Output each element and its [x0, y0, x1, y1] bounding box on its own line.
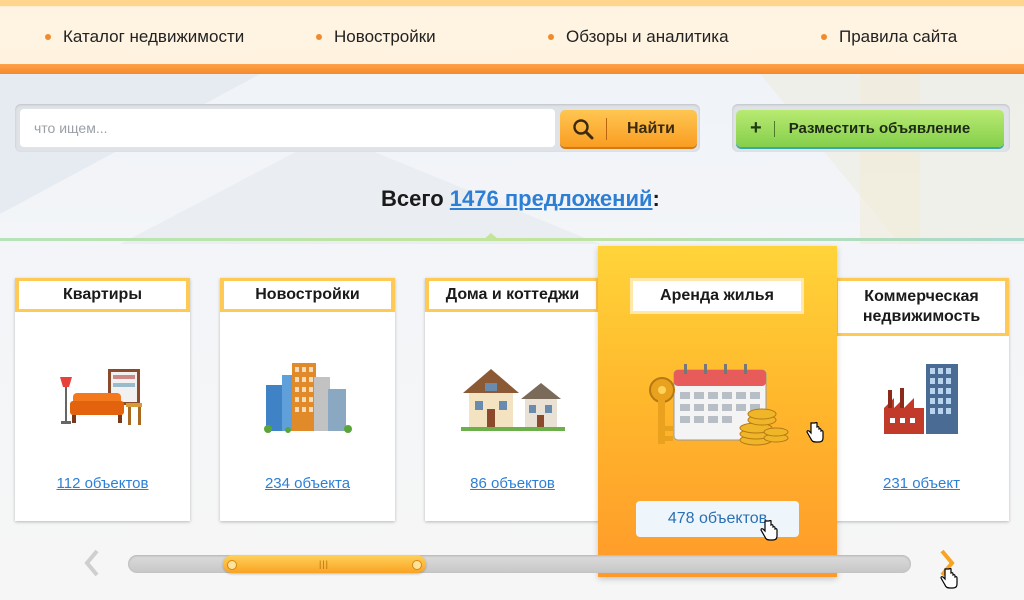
card-count-link[interactable]: 112 объектов	[15, 475, 190, 492]
card-tab: Аренда жилья	[630, 278, 804, 314]
card-title-line1: Коммерческая	[864, 288, 979, 305]
card-title: Коммерческая недвижимость	[838, 281, 1005, 333]
post-ad-label: Разместить объявление	[788, 120, 971, 137]
card-tab: Коммерческая недвижимость	[834, 278, 1009, 336]
search-button[interactable]: Найти	[560, 110, 697, 147]
top-nav-border	[0, 0, 1024, 6]
category-card-houses[interactable]: Дома и коттеджи 86 объектов	[425, 278, 600, 521]
bullet-icon	[45, 34, 51, 40]
thumb-knob	[412, 560, 422, 570]
nav-item-label: Правила сайта	[839, 27, 958, 46]
card-title: Новостройки	[224, 281, 391, 309]
post-ad-button[interactable]: + Разместить объявление	[736, 110, 1004, 147]
card-title: Дома и коттеджи	[429, 281, 596, 309]
button-separator	[606, 117, 607, 140]
category-card-new-buildings[interactable]: Новостройки 234 объекта	[220, 278, 395, 521]
search-button-label: Найти	[627, 119, 675, 137]
category-card-apartments[interactable]: Квартиры 112 объектов	[15, 278, 190, 521]
total-offers: Всего 1476 предложений:	[381, 186, 660, 212]
total-offers-link[interactable]: 1476 предложений	[450, 186, 653, 211]
category-card-rent[interactable]: Аренда жилья 478 объектов	[598, 246, 837, 577]
slider-thumb[interactable]: |||	[223, 555, 426, 573]
nav-item-rules[interactable]: Правила сайта	[821, 27, 957, 47]
card-title-line2: недвижимость	[862, 308, 981, 325]
hand-cursor-icon	[806, 422, 824, 443]
top-nav: Каталог недвижимости Новостройки Обзоры …	[0, 0, 1024, 74]
search-icon	[573, 118, 594, 139]
card-count-link[interactable]: 86 объектов	[425, 475, 600, 492]
search-bar: Найти	[15, 104, 700, 152]
card-count-link[interactable]: 231 объект	[834, 475, 1009, 492]
nav-item-new-buildings[interactable]: Новостройки	[316, 27, 436, 47]
section-divider	[0, 238, 1024, 241]
hand-cursor-icon	[760, 520, 778, 541]
factory-office-icon	[834, 358, 1009, 438]
nav-item-label: Новостройки	[334, 27, 436, 46]
total-suffix: :	[652, 186, 660, 211]
houses-icon	[425, 358, 600, 438]
search-input[interactable]	[20, 109, 555, 147]
nav-item-label: Обзоры и аналитика	[566, 27, 729, 46]
background-decoration	[0, 74, 1024, 244]
post-ad-wrap: + Разместить объявление	[732, 104, 1010, 152]
nav-item-catalog[interactable]: Каталог недвижимости	[45, 27, 244, 47]
bullet-icon	[316, 34, 322, 40]
button-separator	[773, 120, 775, 137]
top-nav-stripe	[0, 64, 1024, 74]
card-tab: Квартиры	[15, 278, 190, 312]
total-prefix: Всего	[381, 186, 444, 211]
calendar-key-coins-icon	[649, 364, 789, 446]
category-card-commercial[interactable]: Коммерческая недвижимость 231 объект	[834, 278, 1009, 521]
hand-cursor-icon	[940, 568, 958, 589]
thumb-grip: |||	[319, 559, 330, 569]
chevron-left-icon[interactable]	[84, 548, 100, 583]
nav-item-label: Каталог недвижимости	[63, 27, 245, 46]
thumb-knob	[227, 560, 237, 570]
buildings-icon	[220, 358, 395, 438]
furniture-icon	[15, 358, 190, 438]
card-title: Квартиры	[19, 281, 186, 309]
bullet-icon	[548, 34, 554, 40]
bullet-icon	[821, 34, 827, 40]
card-count-link[interactable]: 234 объекта	[220, 475, 395, 492]
card-tab: Дома и коттеджи	[425, 278, 600, 312]
card-tab: Новостройки	[220, 278, 395, 312]
card-title: Аренда жилья	[633, 281, 801, 311]
divider-notch	[484, 233, 498, 239]
nav-item-reviews[interactable]: Обзоры и аналитика	[548, 27, 729, 47]
plus-icon: +	[750, 117, 762, 139]
